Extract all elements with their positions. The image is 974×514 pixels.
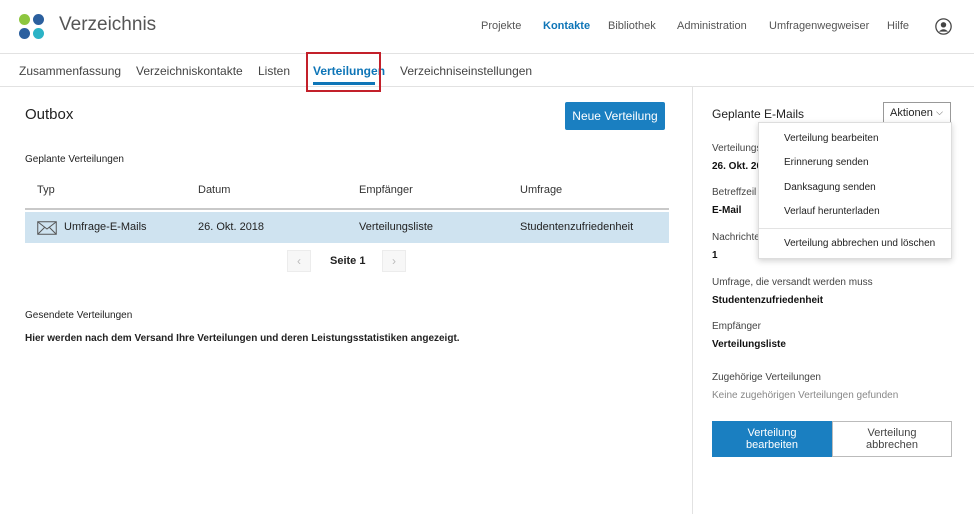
row-survey: Studentenzufriedenheit xyxy=(520,221,634,233)
menu-separator xyxy=(759,228,951,229)
distribution-value: 26. Okt. 20 xyxy=(712,161,763,172)
survey-value: Studentenzufriedenheit xyxy=(712,295,824,306)
column-header-survey[interactable]: Umfrage xyxy=(520,184,562,196)
cancel-button-line2: abbrechen xyxy=(866,439,918,451)
actions-label: Aktionen xyxy=(890,106,933,119)
top-header: Verzeichnis Projekte Kontakte Bibliothek… xyxy=(0,0,974,54)
edit-distribution-button[interactable]: Verteilung bearbeiten xyxy=(712,421,832,457)
row-type: Umfrage-E-Mails xyxy=(64,221,147,233)
sent-info-text: Hier werden nach dem Versand Ihre Vertei… xyxy=(25,333,460,344)
panel-divider xyxy=(692,87,693,514)
page-indicator: Seite 1 xyxy=(330,255,366,267)
sent-section-label: Gesendete Verteilungen xyxy=(25,310,133,321)
panel-title: Geplante E-Mails xyxy=(712,107,805,121)
top-navigation: Projekte Kontakte Bibliothek Administrat… xyxy=(0,20,974,36)
edit-button-line2: bearbeiten xyxy=(746,439,798,451)
tab-highlight-box xyxy=(306,52,381,92)
menu-item-download-history[interactable]: Verlauf herunterladen xyxy=(784,206,880,217)
nav-projekte[interactable]: Projekte xyxy=(481,20,521,32)
tab-verzeichniseinstellungen[interactable]: Verzeichniseinstellungen xyxy=(400,64,532,78)
menu-item-thank-you[interactable]: Danksagung senden xyxy=(784,182,876,193)
menu-item-edit[interactable]: Verteilung bearbeiten xyxy=(784,133,879,144)
survey-label: Umfrage, die versandt werden muss xyxy=(712,277,873,288)
table-header-divider xyxy=(25,208,669,210)
new-distribution-button[interactable]: Neue Verteilung xyxy=(565,102,665,130)
user-account-icon[interactable] xyxy=(935,18,952,35)
envelope-icon xyxy=(37,221,57,235)
nav-umfragenwegweiser[interactable]: Umfragenwegweiser xyxy=(769,20,869,32)
related-label: Zugehörige Verteilungen xyxy=(712,372,821,383)
column-header-recipient[interactable]: Empfänger xyxy=(359,184,413,196)
sub-tabs: Zusammenfassung Verzeichniskontakte List… xyxy=(0,54,974,87)
cancel-button-line1: Verteilung xyxy=(867,427,917,439)
column-header-type[interactable]: Typ xyxy=(37,184,55,196)
page-title: Outbox xyxy=(25,106,74,123)
nav-bibliothek[interactable]: Bibliothek xyxy=(608,20,656,32)
subject-label: Betreffzeil xyxy=(712,187,757,198)
nav-kontakte[interactable]: Kontakte xyxy=(543,20,590,32)
menu-item-cancel-delete[interactable]: Verteilung abbrechen und löschen xyxy=(784,238,935,249)
row-recipient: Verteilungsliste xyxy=(359,221,433,233)
next-page-button[interactable]: › xyxy=(382,250,406,272)
chevron-down-icon: ⌵ xyxy=(936,107,943,117)
actions-dropdown-menu: Verteilung bearbeiten Erinnerung senden … xyxy=(758,122,952,259)
row-date: 26. Okt. 2018 xyxy=(198,221,265,233)
recipient-label: Empfänger xyxy=(712,321,761,332)
scheduled-section-label: Geplante Verteilungen xyxy=(25,154,124,165)
nav-hilfe[interactable]: Hilfe xyxy=(887,20,909,32)
previous-page-button[interactable]: ‹ xyxy=(287,250,311,272)
nav-administration[interactable]: Administration xyxy=(677,20,747,32)
distribution-label: Verteilungs xyxy=(712,143,762,154)
subject-value: E-Mail xyxy=(712,205,742,216)
tab-zusammenfassung[interactable]: Zusammenfassung xyxy=(19,64,121,78)
actions-dropdown-button[interactable]: Aktionen ⌵ xyxy=(883,102,951,123)
tab-verzeichniskontakte[interactable]: Verzeichniskontakte xyxy=(136,64,243,78)
recipient-value: Verteilungsliste xyxy=(712,339,786,350)
cancel-distribution-button[interactable]: Verteilung abbrechen xyxy=(832,421,952,457)
tab-listen[interactable]: Listen xyxy=(258,64,290,78)
column-header-date[interactable]: Datum xyxy=(198,184,230,196)
messages-value: 1 xyxy=(712,250,718,261)
messages-label: Nachrichte xyxy=(712,232,760,243)
related-value: Keine zugehörigen Verteilungen gefunden xyxy=(712,390,899,401)
edit-button-line1: Verteilung xyxy=(747,427,797,439)
menu-item-reminder[interactable]: Erinnerung senden xyxy=(784,157,869,168)
